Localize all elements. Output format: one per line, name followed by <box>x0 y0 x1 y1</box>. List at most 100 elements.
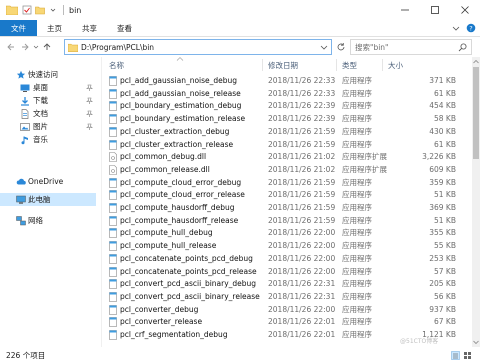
nav-this-pc-label: 此电脑 <box>28 195 51 204</box>
file-row[interactable]: pcl_convert_pcd_ascii_binary_release 2018… <box>102 290 472 303</box>
scroll-up-icon[interactable] <box>473 59 479 64</box>
file-type: 应用程序 <box>342 114 372 124</box>
back-arrow-icon <box>7 43 14 51</box>
exe-file-icon <box>109 215 117 226</box>
close-icon <box>461 6 469 14</box>
new-folder-icon[interactable] <box>35 5 45 15</box>
forward-button[interactable] <box>18 40 32 54</box>
back-button[interactable] <box>4 40 18 54</box>
pin-icon[interactable] <box>86 84 93 91</box>
file-size: 61 KB <box>434 139 456 149</box>
large-icons-view-icon[interactable] <box>463 351 472 360</box>
column-divider[interactable] <box>262 59 263 71</box>
exe-file-icon <box>109 101 117 112</box>
address-bar[interactable]: D:\Program\PCL\bin <box>64 39 332 55</box>
file-name: pcl_convert_pcd_ascii_binary_release <box>120 291 260 301</box>
nav-item-music[interactable]: 音乐 <box>0 133 96 146</box>
window-title: bin <box>69 5 82 15</box>
file-size: 3,226 KB <box>422 152 456 162</box>
file-date: 2018/11/26 22:33 <box>268 76 336 85</box>
column-type[interactable]: 类型 <box>342 60 357 71</box>
nav-this-pc[interactable]: 此电脑 <box>0 193 96 206</box>
file-row[interactable]: pcl_cluster_extraction_debug 2018/11/26 2… <box>102 125 472 138</box>
nav-onedrive[interactable]: OneDrive <box>0 175 96 188</box>
file-row[interactable]: pcl_common_debug.dll 2018/11/26 21:02 应用程序… <box>102 150 472 163</box>
nav-item-downloads[interactable]: 下载 <box>0 94 96 107</box>
properties-icon[interactable] <box>22 5 32 15</box>
nav-item-desktop[interactable]: 桌面 <box>0 81 96 94</box>
file-name: pcl_common_debug.dll <box>120 152 207 162</box>
tab-home[interactable]: 主页 <box>37 20 72 36</box>
file-row[interactable]: pcl_boundary_estimation_release 2018/11/2… <box>102 112 472 125</box>
nav-item-label: 音乐 <box>33 135 48 144</box>
document-icon <box>21 108 29 119</box>
scrollbar-thumb[interactable] <box>473 67 479 159</box>
column-divider[interactable] <box>336 59 337 71</box>
file-date: 2018/11/26 22:00 <box>268 266 336 276</box>
exe-file-icon <box>109 126 117 137</box>
tab-file[interactable]: 文件 <box>0 20 37 36</box>
address-dropdown-icon[interactable] <box>320 43 328 51</box>
nav-onedrive-label: OneDrive <box>28 177 64 186</box>
pin-icon[interactable] <box>86 123 93 130</box>
column-size[interactable]: 大小 <box>388 60 403 71</box>
file-row[interactable]: pcl_concatenate_points_pcd_release 2018/1… <box>102 265 472 278</box>
minimize-button[interactable] <box>390 0 420 20</box>
file-row[interactable]: pcl_cluster_extraction_release 2018/11/26… <box>102 138 472 151</box>
nav-quick-access[interactable]: 快速访问 <box>0 68 96 81</box>
maximize-button[interactable] <box>420 0 450 20</box>
nav-network[interactable]: 网络 <box>0 214 96 227</box>
address-path[interactable]: D:\Program\PCL\bin <box>81 43 154 52</box>
search-input[interactable]: 搜索"bin" <box>355 42 389 53</box>
details-view-icon[interactable] <box>451 351 460 360</box>
pin-icon[interactable] <box>86 97 93 104</box>
file-row[interactable]: pcl_compute_hull_release 2018/11/26 22:00… <box>102 239 472 252</box>
picture-icon <box>20 122 30 131</box>
file-row[interactable]: pcl_converter_release 2018/11/26 22:01 应用程… <box>102 315 472 328</box>
file-date: 2018/11/26 22:01 <box>268 330 336 339</box>
close-button[interactable] <box>450 0 480 20</box>
file-row[interactable]: pcl_concatenate_points_pcd_debug 2018/11/… <box>102 252 472 265</box>
file-row[interactable]: pcl_compute_cloud_error_release 2018/11/2… <box>102 188 472 201</box>
expand-ribbon-icon[interactable] <box>452 24 460 32</box>
file-type: 应用程序 <box>342 266 372 276</box>
search-box[interactable]: 搜索"bin" <box>350 39 472 55</box>
file-row[interactable]: pcl_add_gaussian_noise_release 2018/11/26… <box>102 87 472 100</box>
file-row[interactable]: pcl_add_gaussian_noise_debug 2018/11/26 2… <box>102 74 472 87</box>
column-date[interactable]: 修改日期 <box>268 60 298 71</box>
nav-item-documents[interactable]: 文档 <box>0 107 96 120</box>
exe-file-icon <box>109 228 117 239</box>
pin-icon[interactable] <box>86 110 93 117</box>
file-row[interactable]: pcl_compute_cloud_error_debug 2018/11/26 … <box>102 176 472 189</box>
dll-file-icon <box>109 152 117 162</box>
view-switcher <box>451 351 472 360</box>
file-row[interactable]: pcl_compute_hausdorff_release 2018/11/26 … <box>102 214 472 227</box>
refresh-button[interactable] <box>334 39 348 55</box>
file-row[interactable]: pcl_common_release.dll 2018/11/26 21:02 应用… <box>102 163 472 176</box>
title-divider <box>63 5 64 15</box>
watermark: @51CTO博客 <box>400 338 439 345</box>
customize-toolbar-icon[interactable] <box>48 5 58 15</box>
file-date: 2018/11/26 22:00 <box>268 241 336 251</box>
nav-item-pictures[interactable]: 图片 <box>0 120 96 133</box>
file-row[interactable]: pcl_converter_debug 2018/11/26 22:00 应用程序 9… <box>102 303 472 316</box>
file-row[interactable]: pcl_boundary_estimation_debug 2018/11/26 … <box>102 99 472 112</box>
column-divider[interactable] <box>382 59 383 71</box>
up-button[interactable] <box>40 40 54 54</box>
window-controls <box>390 0 480 20</box>
file-row[interactable]: pcl_compute_hull_debug 2018/11/26 22:00 应用… <box>102 226 472 239</box>
file-size: 55 KB <box>434 241 456 251</box>
file-row[interactable]: pcl_compute_hausdorff_debug 2018/11/26 21… <box>102 201 472 214</box>
tab-share[interactable]: 共享 <box>72 20 107 36</box>
column-name[interactable]: 名称 <box>109 60 124 71</box>
help-icon[interactable]: ? <box>466 23 476 33</box>
scroll-down-icon[interactable] <box>473 340 479 345</box>
file-date: 2018/11/26 22:01 <box>268 317 336 327</box>
column-header: 名称 修改日期 类型 大小 <box>102 57 472 73</box>
navigation-pane: 快速访问 桌面 下载 文档 图片 音乐 OneDrive 此电脑 网络 <box>0 57 96 347</box>
vertical-scrollbar[interactable] <box>472 57 480 347</box>
recent-locations-button[interactable] <box>32 40 40 54</box>
tab-view[interactable]: 查看 <box>107 20 142 36</box>
file-name: pcl_add_gaussian_noise_debug <box>120 76 238 85</box>
file-row[interactable]: pcl_convert_pcd_ascii_binary_debug 2018/1… <box>102 277 472 290</box>
